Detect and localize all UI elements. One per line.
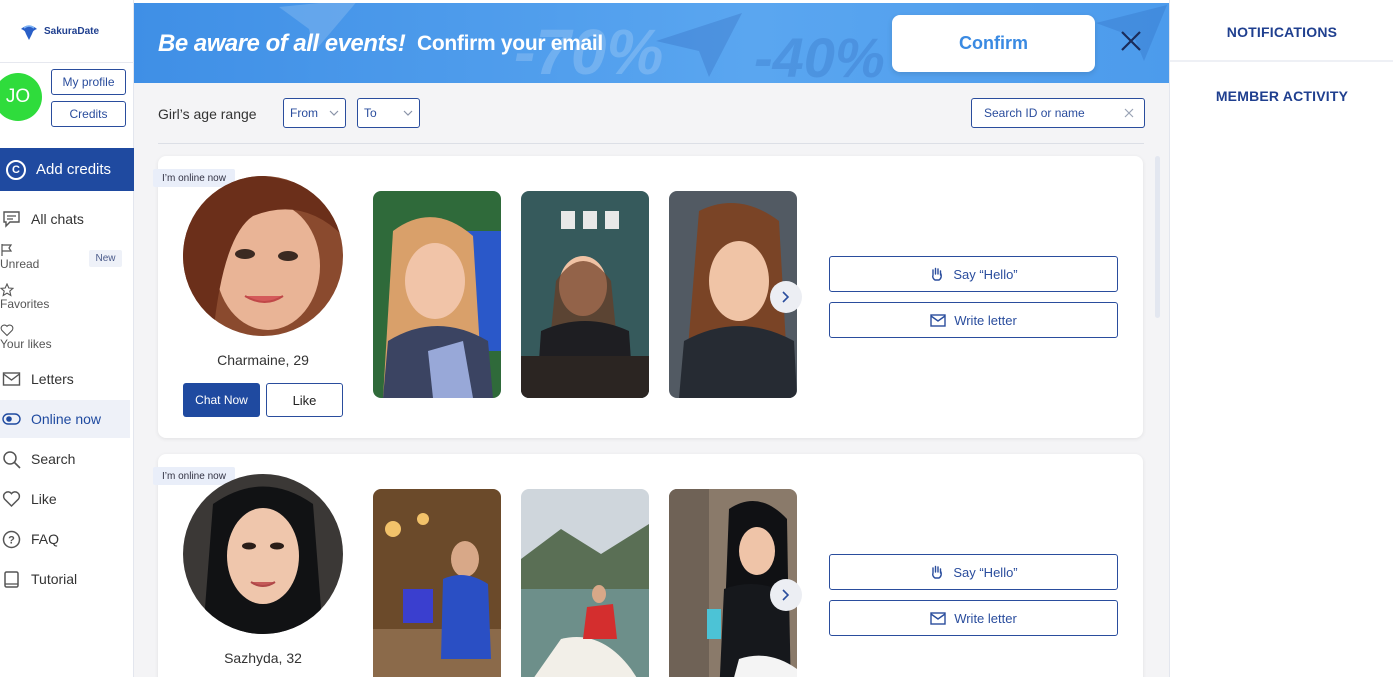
age-to-value: To — [364, 106, 377, 120]
profile-name: Sazhyda, 32 — [224, 650, 302, 666]
sidebar-item-search[interactable]: Search — [0, 449, 134, 469]
sidebar-item-tutorial[interactable]: Tutorial — [0, 569, 134, 589]
sidebar-item-favorites[interactable]: Favorites — [0, 283, 49, 311]
sidebar-item-label: Letters — [31, 371, 74, 387]
confirm-email-button[interactable]: Confirm — [892, 15, 1095, 72]
sidebar-item-like[interactable]: Like — [0, 489, 134, 509]
chevron-down-icon — [403, 110, 413, 116]
logo[interactable]: SakuraDate — [18, 20, 99, 42]
my-profile-button[interactable]: My profile — [51, 69, 126, 95]
sidebar-item-label: FAQ — [31, 531, 60, 547]
sidebar-item-letters[interactable]: Letters — [0, 369, 134, 389]
flag-icon — [1, 244, 13, 256]
say-hello-label: Say “Hello” — [953, 266, 1018, 282]
sidebar-item-all-chats[interactable]: All chats — [0, 209, 134, 229]
like-button[interactable]: Like — [266, 383, 343, 417]
age-from-select[interactable]: From — [283, 98, 346, 128]
sidebar: SakuraDate JO My profile Credits C Add c… — [0, 0, 134, 677]
say-hello-button[interactable]: Say “Hello” — [829, 554, 1118, 590]
sidebar-item-label: All chats — [31, 211, 84, 227]
clear-icon[interactable] — [1124, 108, 1134, 118]
sidebar-item-your-likes[interactable]: Your likes — [0, 323, 52, 351]
next-photo-button[interactable] — [770, 579, 802, 611]
app-root: SakuraDate JO My profile Credits C Add c… — [0, 0, 1393, 677]
question-icon: ? — [2, 530, 21, 548]
sidebar-item-label: Your likes — [0, 337, 52, 351]
add-credits-label: Add credits — [36, 161, 112, 178]
banner-title: Be aware of all events! — [158, 30, 406, 57]
right-panel: NOTIFICATIONS MEMBER ACTIVITY — [1169, 0, 1393, 677]
logo-icon — [21, 25, 37, 40]
divider — [0, 62, 134, 63]
write-letter-button[interactable]: Write letter — [829, 302, 1118, 338]
mail-icon — [930, 611, 946, 625]
search-input[interactable] — [984, 106, 1114, 120]
profile-avatar[interactable] — [183, 474, 343, 634]
toggle-icon — [2, 413, 21, 425]
write-letter-label: Write letter — [954, 312, 1017, 328]
sidebar-item-online-now[interactable]: Online now — [0, 400, 130, 438]
paper-plane-decoration — [656, 13, 742, 77]
sidebar-item-label: Search — [31, 451, 76, 467]
divider — [158, 143, 1144, 144]
profile-avatar[interactable] — [183, 176, 343, 336]
credit-icon: C — [6, 159, 26, 180]
star-icon — [0, 283, 14, 297]
notifications-tab[interactable]: NOTIFICATIONS — [1170, 24, 1393, 40]
age-range-label: Girl’s age range — [158, 106, 257, 122]
avatar[interactable]: JO — [0, 73, 42, 121]
online-badge: I’m online now — [153, 467, 235, 485]
wave-hand-icon — [932, 267, 943, 281]
sidebar-item-faq[interactable]: ? FAQ — [0, 529, 134, 549]
sidebar-item-label: Favorites — [0, 297, 50, 311]
age-from-value: From — [290, 106, 318, 120]
heart-outline-icon — [0, 324, 14, 337]
write-letter-button[interactable]: Write letter — [829, 600, 1118, 636]
chat-now-button[interactable]: Chat Now — [183, 383, 260, 417]
sidebar-item-unread[interactable]: Unread — [0, 243, 39, 271]
scrollbar-thumb[interactable] — [1155, 156, 1160, 318]
logo-text: SakuraDate — [44, 25, 100, 37]
chevron-right-icon — [782, 589, 790, 601]
book-icon — [4, 570, 19, 588]
new-badge: New — [89, 250, 122, 267]
banner-subtitle: Confirm your email — [417, 32, 603, 55]
svg-text:?: ? — [8, 534, 15, 546]
say-hello-button[interactable]: Say “Hello” — [829, 256, 1118, 292]
profile-name: Charmaine, 29 — [217, 352, 309, 368]
mail-icon — [930, 313, 946, 327]
sidebar-item-label: Tutorial — [31, 571, 78, 587]
sidebar-item-label: Unread — [0, 257, 40, 271]
profile-photo[interactable] — [521, 191, 649, 398]
online-now-page: Girl’s age range From To I’m online now — [134, 83, 1169, 677]
heart-icon — [2, 491, 21, 508]
wave-hand-icon — [932, 565, 943, 579]
profile-card: I’m online now Sazhyda, 32 Say “Hello” W… — [153, 454, 1143, 677]
next-photo-button[interactable] — [770, 281, 802, 313]
profile-card: I’m online now Charmaine, 29 Chat Now Li… — [153, 156, 1143, 438]
search-field — [971, 98, 1145, 128]
chevron-right-icon — [782, 291, 790, 303]
say-hello-label: Say “Hello” — [953, 564, 1018, 580]
sidebar-item-label: Online now — [31, 411, 102, 427]
sidebar-item-label: Like — [31, 491, 57, 507]
add-credits-button[interactable]: C Add credits — [0, 148, 134, 191]
close-icon[interactable] — [1119, 29, 1143, 53]
online-badge: I’m online now — [153, 169, 235, 187]
envelope-icon — [2, 372, 21, 386]
search-icon — [3, 450, 21, 469]
divider — [1170, 60, 1393, 62]
confirm-email-banner: -70% -40% Be aware of all events! Confir… — [134, 3, 1169, 83]
chevron-down-icon — [329, 110, 339, 116]
banner-deco-text: -40% — [754, 26, 885, 83]
credits-button[interactable]: Credits — [51, 101, 126, 127]
profile-photo[interactable] — [373, 489, 501, 677]
age-to-select[interactable]: To — [357, 98, 420, 128]
profile-photo[interactable] — [521, 489, 649, 677]
chat-bubble-icon — [3, 211, 20, 228]
profile-photo[interactable] — [373, 191, 501, 398]
member-activity-tab[interactable]: MEMBER ACTIVITY — [1170, 88, 1393, 104]
write-letter-label: Write letter — [954, 610, 1017, 626]
